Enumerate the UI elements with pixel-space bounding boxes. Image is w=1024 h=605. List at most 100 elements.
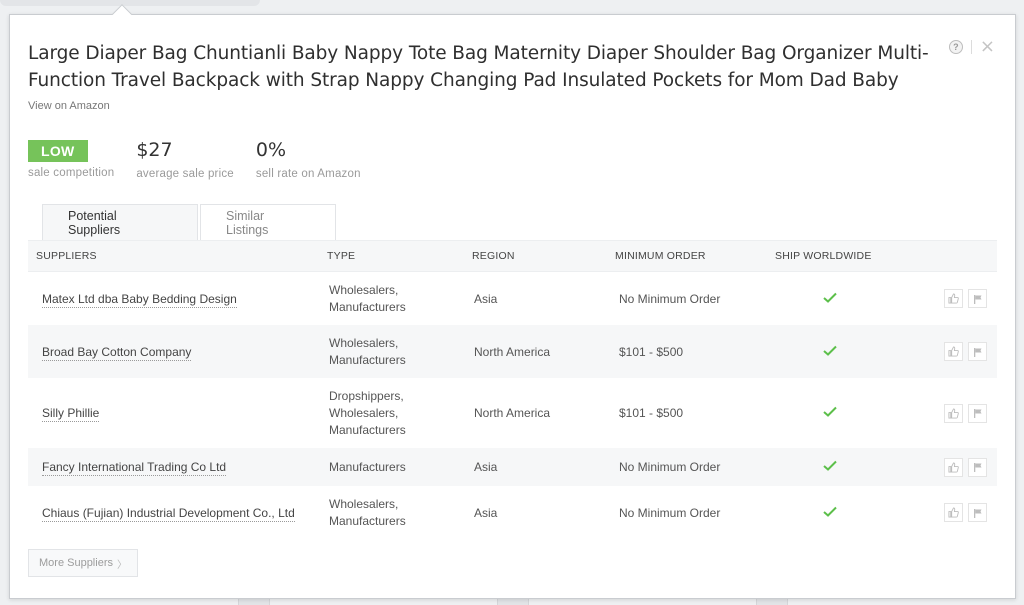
tab-similar-listings[interactable]: Similar Listings bbox=[200, 204, 336, 240]
thumbs-up-button[interactable] bbox=[944, 342, 963, 361]
flag-button[interactable] bbox=[968, 457, 987, 477]
chevron-right-icon: 〉 bbox=[116, 559, 127, 571]
supplier-type: Wholesalers, Manufacturers bbox=[320, 282, 465, 316]
check-icon bbox=[823, 406, 837, 417]
supplier-type-line: Wholesalers, bbox=[329, 405, 399, 420]
background-bar bbox=[0, 0, 260, 6]
supplier-type-line: Wholesalers, bbox=[329, 335, 399, 350]
supplier-minimum-order: No Minimum Order bbox=[619, 505, 721, 520]
row-actions bbox=[885, 457, 997, 477]
supplier-type-line: Wholesalers, bbox=[329, 282, 399, 297]
supplier-link[interactable]: Chiaus (Fujian) Industrial Development C… bbox=[42, 505, 295, 522]
supplier-type-line: Wholesalers, bbox=[329, 496, 399, 511]
background-segment bbox=[238, 598, 270, 605]
header-type: TYPE bbox=[327, 249, 356, 262]
divider bbox=[970, 40, 972, 54]
check-icon bbox=[823, 345, 837, 356]
check-icon bbox=[823, 460, 837, 471]
competition-badge: LOW bbox=[28, 140, 88, 162]
thumbs-up-icon bbox=[948, 507, 959, 518]
price-label: average sale price bbox=[136, 168, 234, 180]
close-icon[interactable]: × bbox=[980, 38, 995, 56]
flag-icon bbox=[973, 294, 981, 304]
background-footer bbox=[0, 598, 1024, 605]
ship-worldwide-cell bbox=[775, 406, 885, 420]
header-ship-worldwide: SHIP WORLDWIDE bbox=[775, 250, 872, 262]
supplier-type-line: Manufacturers bbox=[329, 299, 406, 314]
supplier-type: Wholesalers, Manufacturers bbox=[320, 496, 465, 530]
row-actions bbox=[885, 289, 997, 308]
thumbs-up-icon bbox=[948, 293, 959, 304]
tab-potential-suppliers[interactable]: Potential Suppliers bbox=[42, 204, 198, 240]
supplier-link[interactable]: Fancy International Trading Co Ltd bbox=[42, 460, 227, 476]
supplier-link[interactable]: Broad Bay Cotton Company bbox=[42, 344, 192, 361]
supplier-link[interactable]: Matex Ltd dba Baby Bedding Design bbox=[42, 291, 237, 308]
thumbs-up-button[interactable] bbox=[944, 503, 963, 522]
check-icon bbox=[823, 292, 837, 303]
table-header: SUPPLIERS TYPE REGION MINIMUM ORDER SHIP… bbox=[28, 240, 997, 272]
table-body: Matex Ltd dba Baby Bedding Design Wholesa… bbox=[28, 272, 997, 539]
row-actions bbox=[885, 342, 997, 361]
suppliers-table: SUPPLIERS TYPE REGION MINIMUM ORDER SHIP… bbox=[28, 240, 997, 539]
table-row: Fancy International Trading Co Ltd Manufa… bbox=[28, 448, 997, 486]
supplier-link[interactable]: Silly Phillie bbox=[42, 406, 100, 422]
thumbs-up-button[interactable] bbox=[944, 457, 963, 477]
supplier-minimum-order: $101 - $500 bbox=[619, 344, 684, 359]
help-icon[interactable]: ? bbox=[948, 40, 963, 54]
view-on-amazon-link[interactable]: View on Amazon bbox=[28, 100, 110, 112]
supplier-type-line: Manufacturers bbox=[329, 422, 406, 437]
ship-worldwide-cell bbox=[775, 345, 885, 359]
table-row: Silly Phillie Dropshippers, Wholesalers, Ma… bbox=[28, 378, 997, 448]
flag-button[interactable] bbox=[968, 403, 987, 423]
supplier-region: Asia bbox=[474, 460, 498, 474]
supplier-minimum-order: No Minimum Order bbox=[619, 460, 721, 474]
supplier-type: Wholesalers, Manufacturers bbox=[320, 335, 465, 369]
sell-rate-value: 0% bbox=[255, 139, 287, 161]
ship-worldwide-cell bbox=[775, 506, 885, 520]
supplier-type: Manufacturers bbox=[320, 459, 465, 476]
supplier-type: Dropshippers, Wholesalers, Manufacturers bbox=[320, 388, 465, 439]
table-row: Broad Bay Cotton Company Wholesalers, Manu… bbox=[28, 325, 997, 378]
supplier-type-line: Manufacturers bbox=[329, 459, 406, 474]
stat-competition: LOW sale competition bbox=[28, 138, 114, 180]
flag-button[interactable] bbox=[968, 342, 987, 361]
ship-worldwide-cell bbox=[775, 292, 885, 306]
thumbs-up-icon bbox=[948, 407, 959, 419]
supplier-type-line: Manufacturers bbox=[329, 513, 406, 528]
thumbs-up-button[interactable] bbox=[944, 403, 963, 423]
price-value: $27 bbox=[136, 139, 173, 161]
check-icon bbox=[823, 506, 837, 517]
popover-actions: ? × bbox=[948, 38, 995, 56]
stats-row: LOW sale competition $27 average sale pr… bbox=[28, 138, 383, 180]
product-popover: Large Diaper Bag Chuntianli Baby Nappy T… bbox=[9, 14, 1016, 599]
stat-price: $27 average sale price bbox=[136, 138, 234, 180]
stat-sell-rate: 0% sell rate on Amazon bbox=[256, 138, 361, 180]
table-row: Matex Ltd dba Baby Bedding Design Wholesa… bbox=[28, 272, 997, 325]
thumbs-up-icon bbox=[948, 346, 959, 357]
background-segment bbox=[756, 598, 788, 605]
product-title: Large Diaper Bag Chuntianli Baby Nappy T… bbox=[28, 43, 929, 91]
supplier-minimum-order: $101 - $500 bbox=[619, 406, 684, 420]
more-suppliers-button[interactable]: More Suppliers 〉 bbox=[28, 549, 138, 577]
header-minimum-order: MINIMUM ORDER bbox=[615, 250, 706, 262]
background-segment bbox=[497, 598, 529, 605]
flag-button[interactable] bbox=[968, 503, 987, 522]
supplier-minimum-order: No Minimum Order bbox=[619, 291, 721, 306]
sell-rate-label: sell rate on Amazon bbox=[255, 168, 361, 180]
flag-button[interactable] bbox=[968, 289, 987, 308]
flag-icon bbox=[973, 463, 981, 472]
ship-worldwide-cell bbox=[775, 460, 885, 474]
row-actions bbox=[885, 503, 997, 522]
tab-bar: Potential Suppliers Similar Listings bbox=[42, 204, 338, 240]
flag-icon bbox=[973, 508, 981, 518]
table-row: Chiaus (Fujian) Industrial Development C… bbox=[28, 486, 997, 539]
competition-label: sale competition bbox=[28, 167, 115, 179]
thumbs-up-button[interactable] bbox=[944, 289, 963, 308]
supplier-region: Asia bbox=[474, 291, 498, 306]
flag-icon bbox=[973, 409, 981, 418]
header-suppliers: SUPPLIERS bbox=[36, 250, 97, 262]
supplier-region: Asia bbox=[474, 505, 498, 520]
more-suppliers-label: More Suppliers bbox=[39, 557, 113, 569]
flag-icon bbox=[973, 347, 981, 357]
supplier-region: North America bbox=[474, 406, 551, 420]
